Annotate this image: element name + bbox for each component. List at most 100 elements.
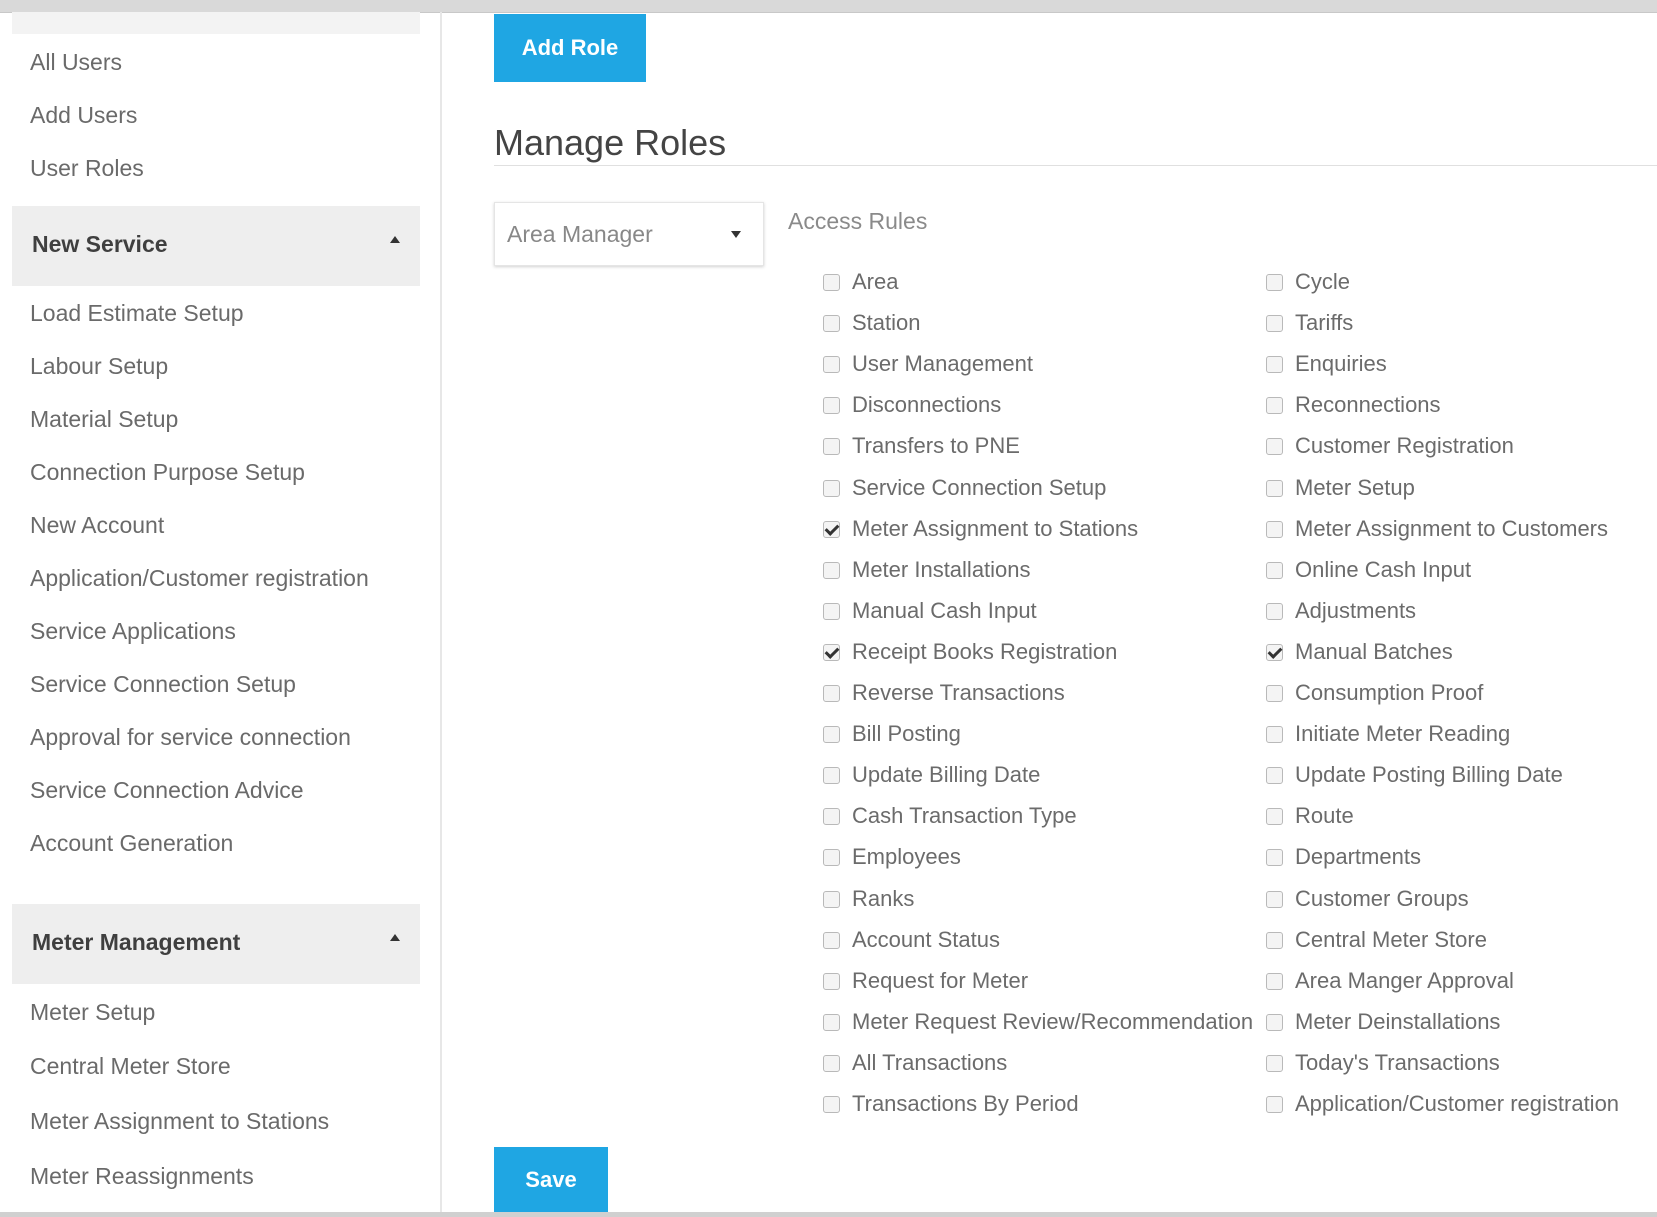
sidebar-section-meter-management[interactable]: Meter Management	[12, 904, 420, 984]
access-rule-checkbox[interactable]: Departments	[1266, 842, 1421, 872]
access-rule-checkbox[interactable]: Disconnections	[823, 390, 1001, 420]
sidebar-item-service-connection-advice[interactable]: Service Connection Advice	[30, 775, 304, 805]
access-rule-checkbox[interactable]: Route	[1266, 801, 1354, 831]
checkbox-empty-icon[interactable]	[823, 314, 840, 332]
access-rule-checkbox[interactable]: Transfers to PNE	[823, 431, 1020, 461]
checkbox-empty-icon[interactable]	[1266, 848, 1283, 866]
checkbox-checked-icon[interactable]	[823, 520, 840, 538]
checkbox-empty-icon[interactable]	[1266, 355, 1283, 373]
sidebar-item-add-users[interactable]: Add Users	[30, 100, 137, 130]
checkbox-empty-icon[interactable]	[1266, 273, 1283, 291]
access-rule-checkbox[interactable]: Customer Groups	[1266, 884, 1469, 914]
checkbox-empty-icon[interactable]	[1266, 725, 1283, 743]
access-rule-checkbox[interactable]: Initiate Meter Reading	[1266, 719, 1510, 749]
sidebar-item-labour-setup[interactable]: Labour Setup	[30, 351, 168, 381]
access-rule-checkbox[interactable]: User Management	[823, 349, 1033, 379]
checkbox-empty-icon[interactable]	[1266, 931, 1283, 949]
checkbox-empty-icon[interactable]	[823, 931, 840, 949]
access-rule-checkbox[interactable]: Online Cash Input	[1266, 555, 1471, 585]
checkbox-empty-icon[interactable]	[1266, 1013, 1283, 1031]
access-rule-checkbox[interactable]: Meter Assignment to Customers	[1266, 514, 1608, 544]
checkbox-empty-icon[interactable]	[823, 273, 840, 291]
access-rule-checkbox[interactable]: Service Connection Setup	[823, 473, 1106, 503]
checkbox-empty-icon[interactable]	[823, 684, 840, 702]
access-rule-checkbox[interactable]: Area Manger Approval	[1266, 966, 1514, 996]
checkbox-empty-icon[interactable]	[823, 807, 840, 825]
checkbox-empty-icon[interactable]	[823, 890, 840, 908]
access-rule-checkbox[interactable]: Update Posting Billing Date	[1266, 760, 1563, 790]
access-rule-checkbox[interactable]: Request for Meter	[823, 966, 1028, 996]
access-rule-checkbox[interactable]: Meter Deinstallations	[1266, 1007, 1500, 1037]
access-rule-checkbox[interactable]: Consumption Proof	[1266, 678, 1483, 708]
access-rule-checkbox[interactable]: Update Billing Date	[823, 760, 1040, 790]
checkbox-empty-icon[interactable]	[823, 479, 840, 497]
checkbox-empty-icon[interactable]	[1266, 314, 1283, 332]
checkbox-empty-icon[interactable]	[1266, 1054, 1283, 1072]
checkbox-checked-icon[interactable]	[823, 643, 840, 661]
access-rule-checkbox[interactable]: Meter Request Review/Recommendation	[823, 1007, 1253, 1037]
access-rule-checkbox[interactable]: Customer Registration	[1266, 431, 1514, 461]
access-rule-checkbox[interactable]: Account Status	[823, 925, 1000, 955]
access-rule-checkbox[interactable]: Reverse Transactions	[823, 678, 1065, 708]
access-rule-checkbox[interactable]: Meter Assignment to Stations	[823, 514, 1138, 544]
checkbox-empty-icon[interactable]	[1266, 890, 1283, 908]
checkbox-empty-icon[interactable]	[1266, 561, 1283, 579]
sidebar-item-load-estimate-setup[interactable]: Load Estimate Setup	[30, 298, 244, 328]
sidebar-item-account-generation[interactable]: Account Generation	[30, 828, 233, 858]
access-rule-checkbox[interactable]: Meter Installations	[823, 555, 1031, 585]
checkbox-empty-icon[interactable]	[823, 972, 840, 990]
access-rule-checkbox[interactable]: Bill Posting	[823, 719, 961, 749]
checkbox-empty-icon[interactable]	[823, 766, 840, 784]
checkbox-empty-icon[interactable]	[823, 561, 840, 579]
checkbox-empty-icon[interactable]	[823, 355, 840, 373]
sidebar-item-meter-setup[interactable]: Meter Setup	[30, 997, 155, 1027]
access-rule-checkbox[interactable]: Central Meter Store	[1266, 925, 1487, 955]
checkbox-empty-icon[interactable]	[1266, 684, 1283, 702]
checkbox-empty-icon[interactable]	[823, 396, 840, 414]
access-rule-checkbox[interactable]: Area	[823, 267, 898, 297]
sidebar-item-central-meter-store[interactable]: Central Meter Store	[30, 1051, 231, 1081]
checkbox-empty-icon[interactable]	[1266, 520, 1283, 538]
access-rule-checkbox[interactable]: Station	[823, 308, 921, 338]
access-rule-checkbox[interactable]: All Transactions	[823, 1048, 1007, 1078]
sidebar-item-user-roles[interactable]: User Roles	[30, 153, 144, 183]
sidebar-item-new-account[interactable]: New Account	[30, 510, 164, 540]
checkbox-empty-icon[interactable]	[1266, 807, 1283, 825]
access-rule-checkbox[interactable]: Ranks	[823, 884, 914, 914]
checkbox-empty-icon[interactable]	[823, 725, 840, 743]
checkbox-empty-icon[interactable]	[1266, 602, 1283, 620]
access-rule-checkbox[interactable]: Manual Batches	[1266, 637, 1453, 667]
access-rule-checkbox[interactable]: Tariffs	[1266, 308, 1353, 338]
access-rule-checkbox[interactable]: Cycle	[1266, 267, 1350, 297]
access-rule-checkbox[interactable]: Meter Setup	[1266, 473, 1415, 503]
checkbox-empty-icon[interactable]	[1266, 396, 1283, 414]
sidebar-item-application-customer-registration[interactable]: Application/Customer registration	[30, 563, 369, 593]
sidebar-item-service-applications[interactable]: Service Applications	[30, 616, 236, 646]
access-rule-checkbox[interactable]: Today's Transactions	[1266, 1048, 1500, 1078]
access-rule-checkbox[interactable]: Reconnections	[1266, 390, 1441, 420]
role-select[interactable]: Area Manager	[494, 202, 764, 266]
checkbox-empty-icon[interactable]	[823, 602, 840, 620]
sidebar-item-meter-assignment-to-stations[interactable]: Meter Assignment to Stations	[30, 1106, 329, 1136]
access-rule-checkbox[interactable]: Transactions By Period	[823, 1089, 1079, 1119]
checkbox-empty-icon[interactable]	[823, 848, 840, 866]
checkbox-empty-icon[interactable]	[823, 437, 840, 455]
checkbox-empty-icon[interactable]	[1266, 1095, 1283, 1113]
access-rule-checkbox[interactable]: Adjustments	[1266, 596, 1416, 626]
access-rule-checkbox[interactable]: Receipt Books Registration	[823, 637, 1117, 667]
sidebar-item-connection-purpose-setup[interactable]: Connection Purpose Setup	[30, 457, 305, 487]
checkbox-empty-icon[interactable]	[1266, 437, 1283, 455]
save-button[interactable]: Save	[494, 1147, 608, 1212]
checkbox-empty-icon[interactable]	[1266, 766, 1283, 784]
access-rule-checkbox[interactable]: Cash Transaction Type	[823, 801, 1077, 831]
sidebar-item-service-connection-setup[interactable]: Service Connection Setup	[30, 669, 296, 699]
checkbox-checked-icon[interactable]	[1266, 643, 1283, 661]
checkbox-empty-icon[interactable]	[823, 1013, 840, 1031]
add-role-button[interactable]: Add Role	[494, 14, 646, 82]
sidebar-item-all-users[interactable]: All Users	[30, 47, 122, 77]
sidebar-item-approval-for-service-connection[interactable]: Approval for service connection	[30, 722, 351, 752]
sidebar-section-new-service[interactable]: New Service	[12, 206, 420, 286]
access-rule-checkbox[interactable]: Manual Cash Input	[823, 596, 1037, 626]
checkbox-empty-icon[interactable]	[823, 1095, 840, 1113]
access-rule-checkbox[interactable]: Application/Customer registration	[1266, 1089, 1619, 1119]
